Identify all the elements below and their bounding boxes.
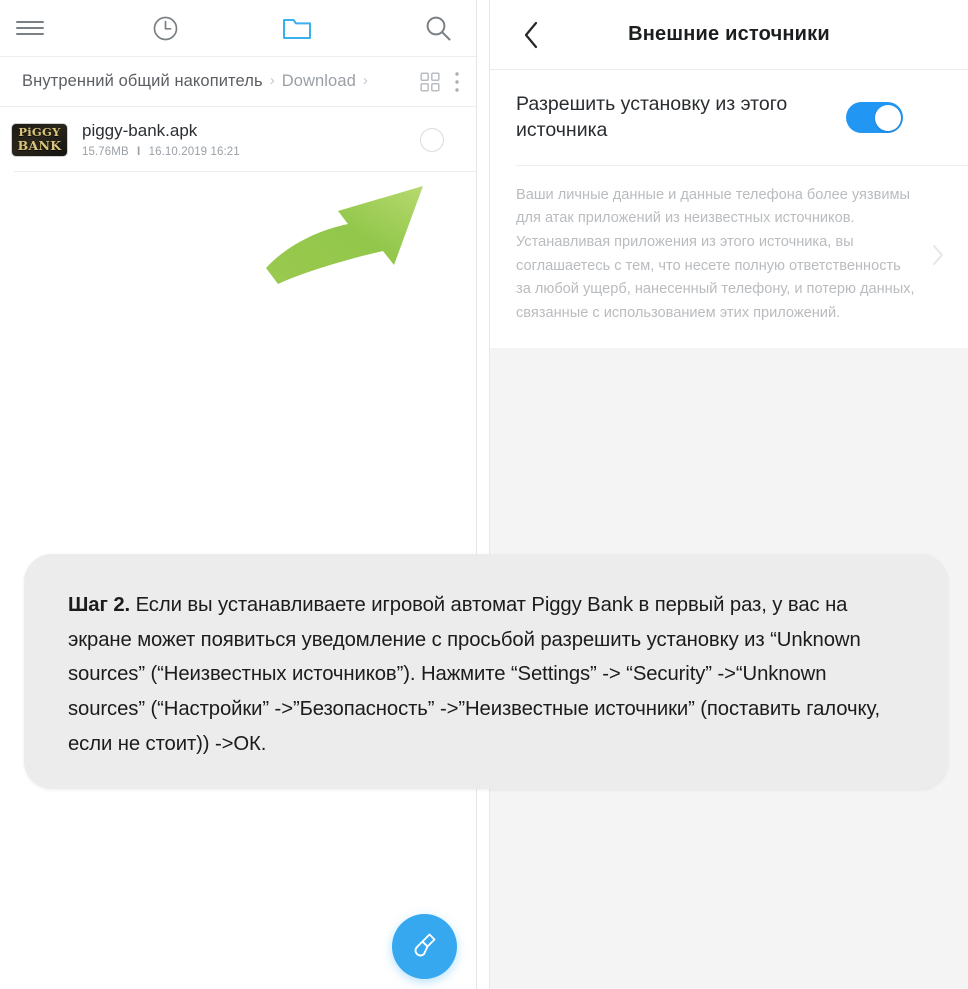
back-button[interactable] [522,20,540,50]
file-select-checkbox[interactable] [420,127,444,152]
callout-body: Если вы устанавливаете игровой автомат P… [68,594,880,755]
clean-fab-button[interactable] [392,914,457,979]
file-manager-panel: Внутренний общий накопитель › Download › [0,0,476,989]
allow-install-row[interactable]: Разрешить установку из этого источника [490,70,968,166]
callout-paragraph: Шаг 2. Если вы устанавливаете игровой ав… [68,588,904,762]
more-options-button[interactable] [454,71,460,93]
app-icon-line-2: BANK [17,137,62,153]
breadcrumb-folder[interactable]: Download [282,72,356,91]
security-warning-text: Ваши личные данные и данные телефона бол… [516,186,915,322]
green-curved-arrow-icon [252,172,442,292]
allow-install-label: Разрешить установку из этого источника [516,93,788,141]
chevron-left-icon [522,20,540,50]
breadcrumb: Внутренний общий накопитель › Download › [0,57,476,107]
file-details: 15.76MB I 16.10.2019 16:21 [82,146,420,158]
breadcrumb-root[interactable]: Внутренний общий накопитель [22,72,263,91]
broom-clean-icon [409,928,441,965]
instruction-callout: Шаг 2. Если вы устанавливаете игровой ав… [24,554,948,789]
panel-divider [476,0,490,989]
breadcrumb-separator-icon-2: › [362,72,368,89]
grid-view-button[interactable] [420,71,440,92]
app-icon-line-1: PiGGY [18,125,61,139]
settings-panel: Внешние источники Разрешить установку из… [490,0,968,989]
toggle-knob [874,104,901,131]
folder-tab[interactable] [231,15,362,41]
file-list: PiGGY BANK piggy-bank.apk 15.76MB I 16.1… [0,107,476,172]
file-manager-toolbar [0,0,476,57]
allow-install-toggle[interactable] [846,102,903,134]
chevron-right-icon [930,242,946,268]
breadcrumb-separator-icon: › [269,72,275,89]
recent-tab[interactable] [100,15,231,42]
security-warning-row[interactable]: Ваши личные данные и данные телефона бол… [490,165,968,348]
file-meta: piggy-bank.apk 15.76MB I 16.10.2019 16:2… [82,121,420,158]
file-date: 16.10.2019 16:21 [148,145,240,158]
settings-card: Разрешить установку из этого источника В… [490,70,968,348]
piggy-bank-app-icon: PiGGY BANK [12,123,67,156]
grid-view-icon [420,71,440,92]
file-detail-separator: I [137,145,141,158]
file-name: piggy-bank.apk [82,121,198,141]
search-button[interactable] [362,14,476,42]
search-icon [424,14,452,42]
more-vertical-icon [454,71,460,93]
clock-icon [152,15,179,42]
folder-icon [282,15,312,41]
page-title: Внешние источники [628,23,830,45]
menu-button[interactable] [0,18,100,38]
list-item[interactable]: PiGGY BANK piggy-bank.apk 15.76MB I 16.1… [0,107,476,172]
settings-header: Внешние источники [490,0,968,70]
file-size: 15.76MB [82,145,129,158]
callout-step-label: Шаг 2. [68,594,131,616]
hamburger-menu-icon [16,18,44,38]
screenshot-root: Внутренний общий накопитель › Download › [0,0,968,989]
